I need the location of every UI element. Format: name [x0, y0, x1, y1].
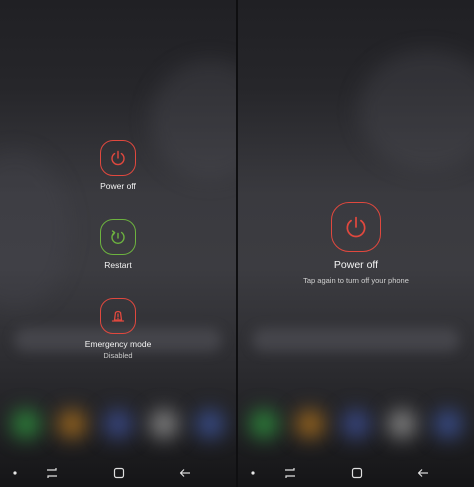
navigation-bar — [0, 459, 236, 487]
app-icon-blur — [196, 410, 224, 438]
recents-icon[interactable] — [44, 465, 60, 481]
power-icon — [346, 216, 366, 238]
app-icon-blur — [58, 410, 86, 438]
background-blur — [0, 150, 70, 310]
emergency-beacon-icon — [111, 310, 125, 322]
app-icon-blur — [342, 410, 370, 438]
restart-option[interactable]: Restart — [78, 219, 158, 270]
power-off-confirm-screen: Power off Tap again to turn off your pho… — [238, 0, 474, 487]
background-blur — [358, 50, 474, 170]
app-icon-blur — [250, 410, 278, 438]
dot-indicator-icon — [7, 465, 23, 481]
app-icon-blur — [388, 410, 416, 438]
background-blur — [150, 60, 236, 180]
home-icon[interactable] — [349, 465, 365, 481]
home-icon[interactable] — [111, 465, 127, 481]
navigation-bar — [238, 459, 474, 487]
recents-icon[interactable] — [282, 465, 298, 481]
restart-icon — [111, 230, 125, 244]
emergency-mode-option[interactable]: Emergency mode Disabled — [73, 298, 163, 360]
emergency-mode-icon-button[interactable] — [100, 298, 136, 334]
app-icon-blur — [12, 410, 40, 438]
power-off-confirm[interactable]: Power off Tap again to turn off your pho… — [276, 202, 436, 285]
power-off-icon-button[interactable] — [100, 140, 136, 176]
dot-indicator-icon — [245, 465, 261, 481]
power-off-hint: Tap again to turn off your phone — [303, 276, 409, 285]
power-off-label: Power off — [100, 181, 136, 191]
back-icon[interactable] — [415, 465, 431, 481]
power-off-option[interactable]: Power off — [78, 140, 158, 191]
app-icon-blur — [296, 410, 324, 438]
power-menu-screen: Power off Restart Emergency mode Disable… — [0, 0, 236, 487]
restart-icon-button[interactable] — [100, 219, 136, 255]
search-bar-blur — [252, 328, 460, 352]
app-icon-blur — [104, 410, 132, 438]
power-off-title: Power off — [333, 259, 379, 271]
emergency-mode-label: Emergency mode — [84, 339, 152, 349]
app-icon-blur — [150, 410, 178, 438]
power-icon — [111, 150, 125, 166]
emergency-mode-status: Disabled — [103, 351, 133, 360]
power-off-confirm-button[interactable] — [331, 202, 381, 252]
back-icon[interactable] — [177, 465, 193, 481]
screen: Power off Restart Emergency mode Disable… — [0, 0, 474, 487]
restart-label: Restart — [104, 260, 132, 270]
app-icon-blur — [434, 410, 462, 438]
